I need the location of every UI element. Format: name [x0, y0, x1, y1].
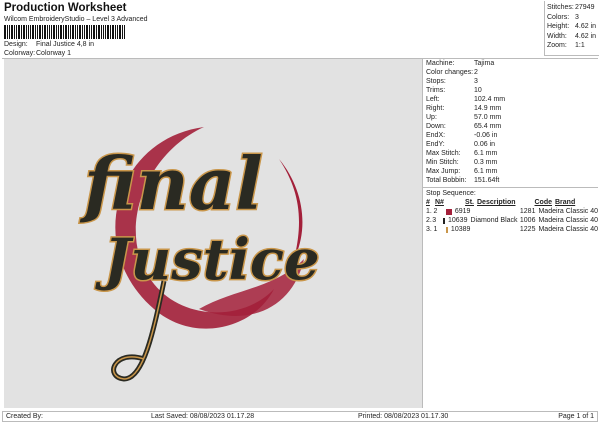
- detail-row: EndY: 0.06 in: [423, 140, 598, 149]
- colorway-label: Colorway:: [4, 50, 36, 57]
- created-by: Created By:: [6, 413, 43, 420]
- stat-stitches: Stitches: 27949: [547, 4, 595, 11]
- design-text-justice: Justice: [95, 227, 320, 293]
- stop-index: 1.: [426, 208, 432, 215]
- detail-value: 6.1 mm: [474, 150, 498, 157]
- detail-label: Total Bobbin:: [426, 177, 467, 184]
- stop-row: 3. 1 10389 1225 Madeira Classic 40: [423, 225, 598, 234]
- description: [470, 225, 514, 234]
- detail-value: 0.3 mm: [474, 159, 498, 166]
- detail-label: Color changes:: [426, 69, 474, 76]
- design-label: Design:: [4, 41, 28, 48]
- needle: 2: [433, 208, 438, 215]
- footer: Created By: Last Saved: 08/08/2023 01.17…: [2, 411, 598, 422]
- detail-row: Up: 57.0 mm: [423, 113, 598, 122]
- needle: 1: [433, 226, 438, 233]
- stat-height: Height: 4.62 in: [547, 23, 597, 30]
- detail-label: EndY:: [426, 141, 445, 148]
- detail-label: Stops:: [426, 78, 446, 85]
- brand: Madeira Classic 40: [538, 208, 598, 215]
- stitch-count: 10389: [450, 226, 471, 233]
- detail-value: 151.64ft: [474, 177, 500, 184]
- brand: Madeira Classic 40: [538, 226, 598, 233]
- detail-row: Min Stitch: 0.3 mm: [423, 158, 598, 167]
- detail-value: -0.06 in: [474, 132, 498, 139]
- stat-colors: Colors: 3: [547, 13, 579, 21]
- thread-code: 1281: [519, 208, 536, 215]
- color-swatch: [443, 217, 445, 224]
- detail-value: 10: [474, 87, 482, 94]
- detail-row: Color changes: 2: [423, 68, 598, 77]
- stat-zoom: Zoom: 1:1: [547, 42, 585, 49]
- detail-row: EndX: -0.06 in: [423, 131, 598, 140]
- last-saved: Last Saved: 08/08/2023 01.17.28: [151, 413, 255, 420]
- detail-label: Min Stitch:: [426, 159, 459, 166]
- software-name: Wilcom EmbroideryStudio – Level 3 Advanc…: [4, 16, 148, 23]
- stitch-count: 10639: [448, 217, 468, 224]
- thread-code: 1006: [519, 217, 536, 224]
- detail-row: Max Jump: 6.1 mm: [423, 167, 598, 176]
- detail-label: Trims:: [426, 87, 446, 94]
- stop-sequence-header: # N# St. Description Code Brand: [426, 199, 576, 206]
- detail-label: Max Stitch:: [426, 150, 461, 157]
- detail-value: 6.1 mm: [474, 168, 498, 175]
- printed: Printed: 08/08/2023 01.17.30: [358, 413, 449, 420]
- detail-value: Tajima: [474, 60, 495, 67]
- detail-value: 14.9 mm: [474, 105, 502, 112]
- detail-value: 3: [474, 78, 478, 85]
- detail-row: Total Bobbin: 151.64ft: [423, 176, 598, 185]
- detail-value: 65.4 mm: [474, 123, 502, 130]
- detail-label: Down:: [426, 123, 446, 130]
- design-text-final: final: [79, 141, 263, 226]
- detail-value: 2: [474, 69, 478, 76]
- detail-label: Machine:: [426, 60, 455, 67]
- page-number: Page 1 of 1: [558, 413, 594, 420]
- detail-value: 0.06 in: [474, 141, 496, 148]
- detail-row: Left: 102.4 mm: [423, 95, 598, 104]
- detail-label: Left:: [426, 96, 440, 103]
- detail-row: Stops: 3: [423, 77, 598, 86]
- stop-index: 3.: [426, 226, 432, 233]
- stop-sequence-title: Stop Sequence:: [426, 190, 476, 197]
- detail-row: Down: 65.4 mm: [423, 122, 598, 131]
- design-preview: final Justice: [4, 59, 422, 408]
- color-swatch: [446, 208, 452, 215]
- description: [470, 207, 514, 216]
- detail-value: 102.4 mm: [474, 96, 506, 103]
- detail-row: Right: 14.9 mm: [423, 104, 598, 113]
- detail-label: EndX:: [426, 132, 446, 139]
- stitch-count: 6919: [454, 208, 471, 215]
- page-title: Production Worksheet: [4, 2, 127, 14]
- detail-row: Max Stitch: 6.1 mm: [423, 149, 598, 158]
- stat-width: Width: 4.62 in: [547, 32, 597, 40]
- design-value: Final Justice 4,8 in: [36, 41, 94, 48]
- stats-box: Stitches: 27949 Colors: 3 Height: 4.62 in W…: [544, 1, 599, 56]
- detail-row: Machine: Tajima: [423, 59, 598, 68]
- thread-code: 1225: [519, 226, 536, 233]
- colorway-value: Colorway 1: [36, 50, 72, 57]
- detail-row: Trims: 10: [423, 86, 598, 95]
- brand: Madeira Classic 40: [538, 217, 598, 224]
- stop-sequence: Stop Sequence: # N# St. Description Code…: [423, 187, 598, 234]
- details-panel: Machine: Tajima Color changes: 2 Stops: 3 Trim…: [422, 59, 598, 408]
- detail-label: Max Jump:: [426, 168, 461, 175]
- detail-value: 57.0 mm: [474, 114, 502, 121]
- description: Diamond Black: [470, 217, 518, 224]
- stop-row: 2. 3 10639 Diamond Black 1006 Madeira Classic…: [423, 216, 598, 225]
- detail-label: Up:: [426, 114, 437, 121]
- detail-label: Right:: [426, 105, 445, 112]
- color-swatch: [446, 226, 448, 233]
- needle: 3: [432, 217, 437, 224]
- barcode: [4, 25, 157, 39]
- stop-row: 1. 2 6919 1281 Madeira Classic 40: [423, 207, 598, 216]
